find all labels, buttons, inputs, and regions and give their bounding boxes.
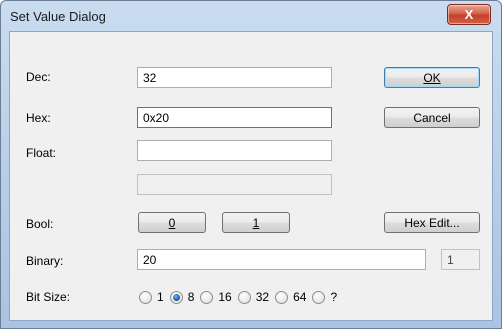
bool-1-button[interactable]: 1 bbox=[222, 212, 290, 233]
binary-label: Binary: bbox=[26, 254, 64, 268]
radio-icon bbox=[237, 290, 251, 304]
radio-icon bbox=[275, 290, 289, 304]
cancel-label: Cancel bbox=[413, 110, 451, 125]
dialog-body: Dec: 32 Hex: 0x20 Float: Bool: 0 1 Binar… bbox=[9, 31, 493, 321]
bool-1-label: 1 bbox=[252, 215, 260, 230]
dialog-window: Set Value Dialog X Dec: 32 Hex: 0x20 Flo… bbox=[0, 0, 502, 329]
radio-checked-icon bbox=[169, 290, 183, 304]
bit-size-radio-unknown[interactable]: ? bbox=[312, 290, 337, 304]
radio-icon bbox=[312, 290, 326, 304]
radio-icon bbox=[200, 290, 214, 304]
dec-field[interactable]: 32 bbox=[137, 67, 332, 88]
binary-field[interactable]: 20 bbox=[137, 249, 426, 270]
bool-label: Bool: bbox=[26, 217, 54, 231]
bit-size-radio-group: 1 8 16 32 64 ? bbox=[139, 290, 343, 304]
bool-0-label: 0 bbox=[168, 215, 176, 230]
radio-icon bbox=[139, 290, 152, 304]
hex-edit-label: Hex Edit... bbox=[404, 215, 460, 230]
float-field[interactable] bbox=[137, 140, 332, 161]
close-button[interactable]: X bbox=[447, 4, 491, 25]
window-title: Set Value Dialog bbox=[10, 9, 106, 24]
bit-size-label: Bit Size: bbox=[26, 290, 71, 304]
bit-size-radio-32[interactable]: 32 bbox=[237, 290, 269, 304]
bit-size-radio-1[interactable]: 1 bbox=[139, 290, 164, 304]
float-secondary-field bbox=[137, 174, 332, 195]
close-icon: X bbox=[464, 7, 474, 22]
hex-label: Hex: bbox=[26, 111, 51, 125]
bit-size-radio-8[interactable]: 8 bbox=[169, 290, 194, 304]
cancel-button[interactable]: Cancel bbox=[384, 107, 480, 128]
ok-label: OK bbox=[423, 70, 441, 85]
ok-button[interactable]: OK bbox=[384, 67, 480, 88]
binary-count-field: 1 bbox=[441, 249, 480, 270]
title-bar[interactable]: Set Value Dialog X bbox=[1, 1, 501, 31]
bool-0-button[interactable]: 0 bbox=[138, 212, 206, 233]
float-label: Float: bbox=[26, 146, 57, 160]
dec-label: Dec: bbox=[26, 70, 51, 84]
bit-size-radio-16[interactable]: 16 bbox=[200, 290, 232, 304]
hex-edit-button[interactable]: Hex Edit... bbox=[384, 212, 480, 233]
hex-field[interactable]: 0x20 bbox=[137, 107, 332, 128]
bit-size-radio-64[interactable]: 64 bbox=[275, 290, 306, 304]
